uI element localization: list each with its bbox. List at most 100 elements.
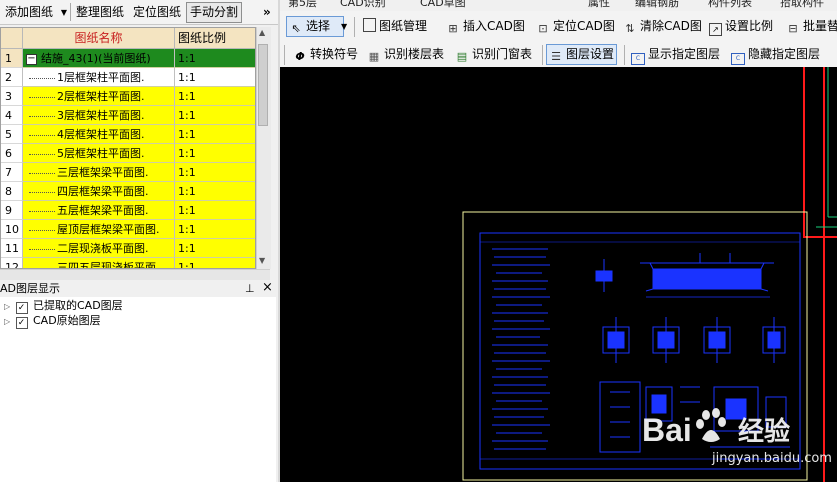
drawing-name-cell[interactable]: 1层框架柱平面图. [23, 68, 175, 87]
pick-component-tab[interactable]: 拾取构件 [780, 0, 824, 10]
column-header-scale[interactable]: 图纸比例 [175, 28, 255, 49]
cad-sketch-tab[interactable]: CAD草图 [420, 0, 466, 10]
document-icon [363, 18, 376, 32]
drawing-name-cell[interactable]: 2层框架柱平面图. [23, 87, 175, 106]
expand-icon[interactable]: ▷ [4, 300, 10, 314]
table-row[interactable]: 10 屋顶层框架梁平面图. 1:1 [1, 220, 255, 239]
floor-tab[interactable]: 第5层 [288, 0, 317, 10]
extracted-layer-checkbox[interactable]: ✓ [15, 302, 28, 314]
drawing-name-cell[interactable]: 屋顶层框架梁平面图. [23, 220, 175, 239]
add-drawing-button[interactable]: 添加图纸 [1, 2, 57, 23]
drawing-name-cell[interactable]: − 结施_43(1)(当前图纸) [23, 49, 175, 68]
phi-symbol-icon: Φ [295, 50, 305, 63]
drawing-scale-cell[interactable]: 1:1 [175, 87, 255, 106]
identify-floor-table-button[interactable]: ▦ 识别楼层表 [364, 44, 447, 65]
drawing-scale-cell[interactable]: 1:1 [175, 201, 255, 220]
drawing-name-text: 结施_43(1)(当前图纸) [41, 52, 151, 65]
row-number: 1 [1, 49, 23, 68]
manual-split-button[interactable]: 手动分割 [186, 2, 243, 23]
cad-identify-tab[interactable]: CAD识别 [340, 0, 386, 10]
hide-layer-icon: C [731, 53, 745, 65]
scroll-down-icon[interactable]: ▼ [259, 256, 265, 265]
select-button[interactable]: ⇖ 选择 [286, 16, 344, 37]
toolbar-overflow-icon[interactable]: » [259, 2, 275, 23]
locate-drawing-button[interactable]: 定位图纸 [129, 2, 185, 23]
layer-item-extracted[interactable]: ▷ ✓ 已提取的CAD图层 [4, 299, 123, 314]
toolbar-separator [624, 45, 625, 65]
original-layer-checkbox[interactable]: ✓ [15, 317, 28, 329]
drawing-scale-cell[interactable]: 1:1 [175, 106, 255, 125]
table-row[interactable]: 9 五层框架梁平面图. 1:1 [1, 201, 255, 220]
component-list-tab[interactable]: 构件列表 [708, 0, 752, 10]
table-row[interactable]: 11 二层现浇板平面图. 1:1 [1, 239, 255, 258]
table-row[interactable]: 7 三层框架梁平面图. 1:1 [1, 163, 255, 182]
table-row[interactable]: 8 四层框架梁平面图. 1:1 [1, 182, 255, 201]
add-drawing-dropdown-icon[interactable]: ▼ [57, 2, 71, 23]
edit-rebar-tab[interactable]: 编辑钢筋 [635, 0, 679, 10]
drawing-manage-button[interactable]: 图纸管理 [360, 16, 430, 37]
expand-icon[interactable]: ▷ [4, 315, 10, 329]
grid-horizontal-scrollbar[interactable] [0, 269, 270, 280]
locate-cad-button[interactable]: ⊡ 定位CAD图 [533, 16, 618, 37]
properties-tab[interactable]: 属性 [588, 0, 610, 10]
table-row[interactable]: 5 4层框架柱平面图. 1:1 [1, 125, 255, 144]
layer-panel-header: AD图层显示 ⊥ × [0, 280, 276, 298]
scroll-up-icon[interactable]: ▲ [259, 28, 265, 37]
select-dropdown-icon[interactable]: ▼ [340, 16, 348, 37]
grid-scroll-thumb[interactable] [258, 44, 268, 126]
collapse-icon[interactable]: − [26, 53, 37, 65]
drawing-scale-cell[interactable]: 1:1 [175, 258, 255, 268]
clear-cad-button[interactable]: ⇅ 清除CAD图 [620, 16, 705, 37]
drawing-scale-cell[interactable]: 1:1 [175, 239, 255, 258]
table-row[interactable]: 6 5层框架柱平面图. 1:1 [1, 144, 255, 163]
drawing-scale-cell[interactable]: 1:1 [175, 163, 255, 182]
table-row[interactable]: 4 3层框架柱平面图. 1:1 [1, 106, 255, 125]
tree-connector [29, 248, 55, 250]
organize-drawing-button[interactable]: 整理图纸 [72, 2, 128, 23]
identify-door-window-table-button[interactable]: ▤ 识别门窗表 [452, 44, 535, 65]
table-row[interactable]: 1− 结施_43(1)(当前图纸) 1:1 [1, 49, 255, 68]
drawing-name-cell[interactable]: 五层框架梁平面图. [23, 201, 175, 220]
insert-cad-button[interactable]: ⊞ 插入CAD图 [443, 16, 528, 37]
column-header-name[interactable]: 图纸名称 [23, 28, 175, 49]
close-icon[interactable]: × [262, 280, 273, 296]
watermark-url: jingyan.baidu.com [712, 451, 832, 466]
table-row[interactable]: 2 1层框架柱平面图. 1:1 [1, 68, 255, 87]
layer-item-original[interactable]: ▷ ✓ CAD原始图层 [4, 314, 101, 329]
layers-icon: ☰ [551, 50, 561, 63]
cursor-icon: ⇖ [291, 22, 301, 35]
table-row[interactable]: 12 三四五层现浇板平面 1:1 [1, 258, 255, 268]
convert-symbol-button[interactable]: Φ 转换符号 [290, 44, 361, 65]
layer-settings-button[interactable]: ☰ 图层设置 [546, 44, 618, 65]
drawing-scale-cell[interactable]: 1:1 [175, 182, 255, 201]
tree-connector [29, 191, 55, 193]
drawing-scale-cell[interactable]: 1:1 [175, 220, 255, 239]
drawing-scale-cell[interactable]: 1:1 [175, 49, 255, 68]
show-layer-button[interactable]: C 显示指定图层 [628, 44, 723, 65]
insert-icon: ⊞ [448, 22, 458, 35]
drawing-name-cell[interactable]: 三层框架梁平面图. [23, 163, 175, 182]
tree-connector [29, 96, 55, 98]
tree-connector [29, 134, 55, 136]
cad-toolbar-1: ⇖ 选择 ▼ 图纸管理 ⊞ 插入CAD图 ⊡ 定位CAD图 ⇅ 清除CAD图 ↗ 设置比例… [280, 11, 837, 44]
foundation-section-detail [595, 253, 774, 298]
top-tabstrip: 第5层 CAD识别 CAD草图 属性 编辑钢筋 构件列表 拾取构件 [280, 0, 837, 11]
set-scale-button[interactable]: ↗ 设置比例 [706, 16, 776, 37]
baidu-jingyan-watermark: Bai 经验 jingyan.baidu.com [640, 405, 835, 477]
green-guide-lines [816, 67, 837, 228]
drawing-scale-cell[interactable]: 1:1 [175, 144, 255, 163]
cad-toolbar-2: Φ 转换符号 ▦ 识别楼层表 ▤ 识别门窗表 ☰ 图层设置 C 显示指定图层 C 隐藏指定图… [280, 43, 837, 68]
drawing-scale-cell[interactable]: 1:1 [175, 68, 255, 87]
drawing-name-cell[interactable]: 四层框架梁平面图. [23, 182, 175, 201]
drawing-scale-cell[interactable]: 1:1 [175, 125, 255, 144]
drawing-name-cell[interactable]: 4层框架柱平面图. [23, 125, 175, 144]
drawing-name-cell[interactable]: 三四五层现浇板平面 [23, 258, 175, 268]
batch-replace-button[interactable]: ⊟ 批量替 [783, 16, 837, 37]
pin-icon[interactable]: ⊥ [245, 281, 255, 297]
table-row[interactable]: 3 2层框架柱平面图. 1:1 [1, 87, 255, 106]
hide-layer-button[interactable]: C 隐藏指定图层 [728, 44, 823, 65]
drawing-name-cell[interactable]: 3层框架柱平面图. [23, 106, 175, 125]
drawing-name-cell[interactable]: 二层现浇板平面图. [23, 239, 175, 258]
drawing-name-cell[interactable]: 5层框架柱平面图. [23, 144, 175, 163]
watermark-jingyan-text: 经验 [738, 417, 791, 447]
